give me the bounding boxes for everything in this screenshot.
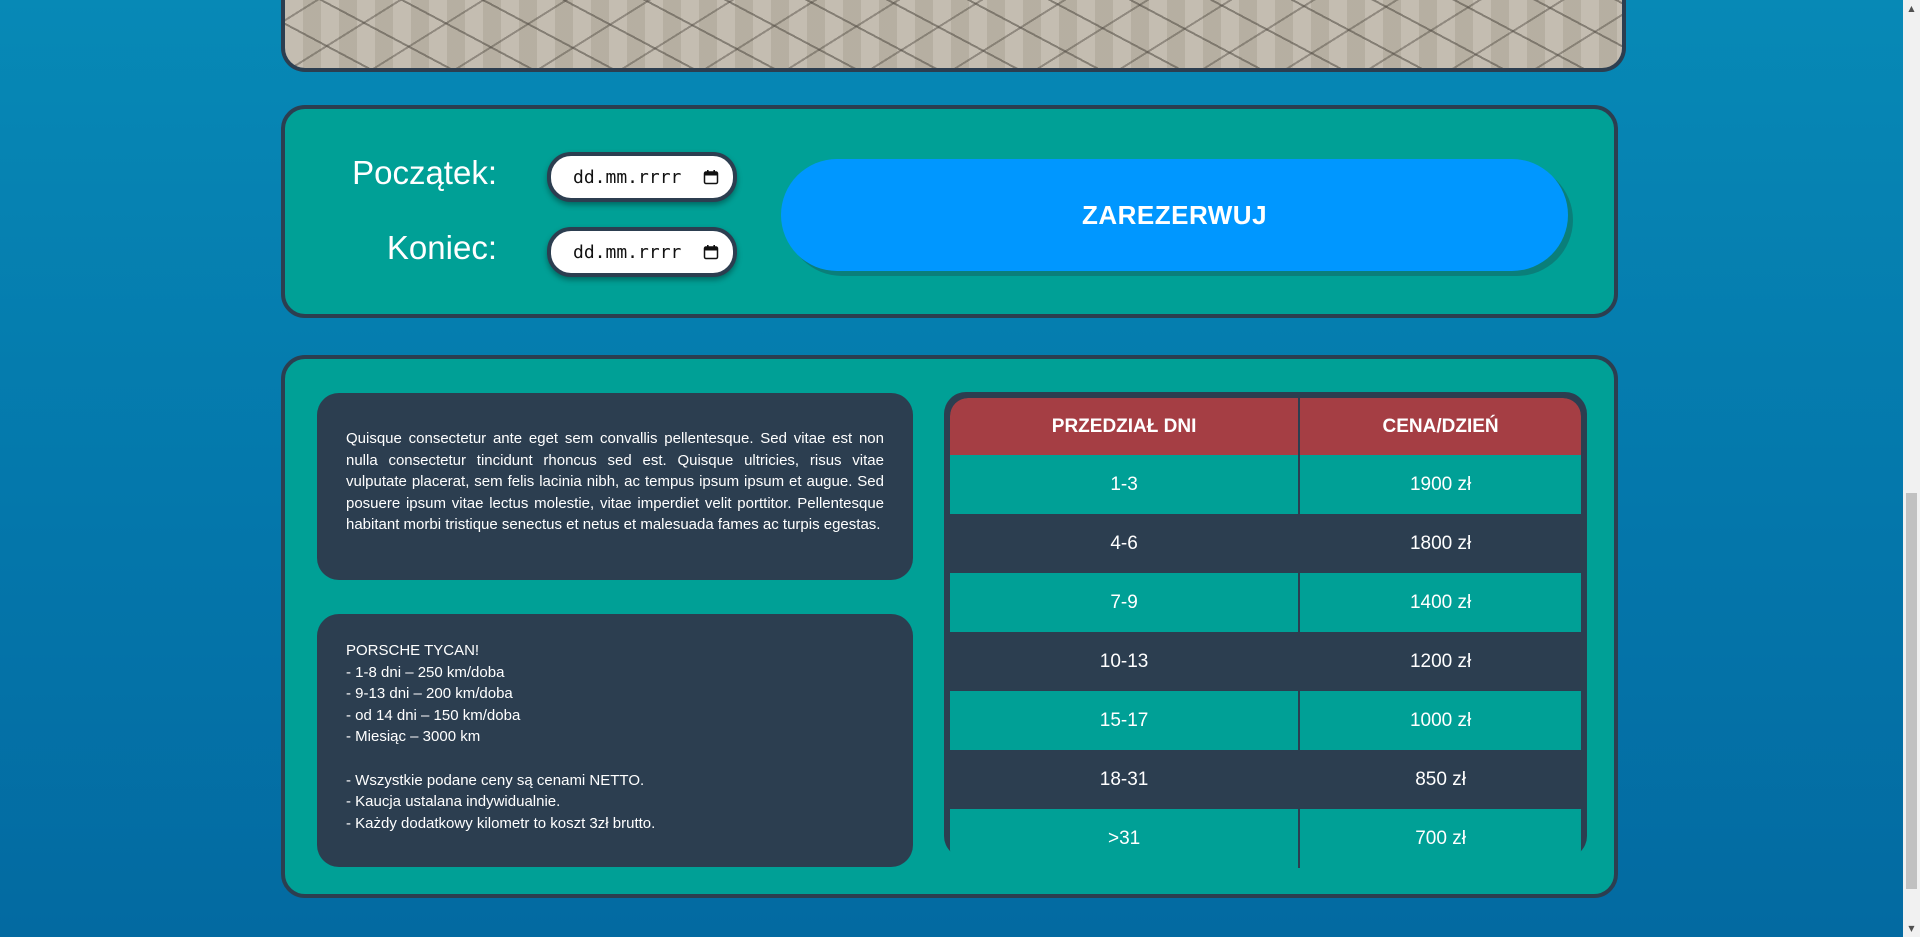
column-header-price: CENA/DZIEŃ: [1298, 398, 1581, 455]
price-cell: 850 zł: [1298, 750, 1581, 809]
table-row: 1-3 1900 zł: [950, 455, 1581, 514]
page-scrollbar[interactable]: ▲ ▼: [1903, 0, 1920, 937]
description-box: Quisque consectetur ante eget sem conval…: [317, 393, 913, 580]
end-date-placeholder: dd.mm.rrrr: [573, 241, 682, 263]
price-table-header-row: PRZEDZIAŁ DNI CENA/DZIEŃ: [950, 398, 1581, 455]
table-row: 7-9 1400 zł: [950, 573, 1581, 632]
rules-line: - 9-13 dni – 200 km/doba: [346, 685, 513, 703]
table-row: 18-31 850 zł: [950, 750, 1581, 809]
day-range-cell: 4-6: [950, 514, 1300, 573]
price-table: PRZEDZIAŁ DNI CENA/DZIEŃ 1-3 1900 zł 4-6…: [950, 398, 1581, 868]
start-date-input[interactable]: dd.mm.rrrr: [547, 152, 737, 202]
price-cell: 700 zł: [1298, 809, 1581, 868]
rules-line: - Wszystkie podane ceny są cenami NETTO.: [346, 771, 645, 789]
day-range-cell: 1-3: [950, 455, 1300, 514]
table-row: 4-6 1800 zł: [950, 514, 1581, 573]
rules-line: - 1-8 dni – 250 km/doba: [346, 663, 505, 681]
day-range-cell: 18-31: [950, 750, 1300, 809]
price-cell: 1800 zł: [1298, 514, 1581, 573]
rules-box: PORSCHE TYCAN! - 1-8 dni – 250 km/doba -…: [317, 614, 913, 867]
rules-line: - Miesiąc – 3000 km: [346, 728, 481, 746]
reservation-panel: Początek: dd.mm.rrrr Koniec: dd.mm.rrrr …: [281, 105, 1618, 318]
day-range-cell: 15-17: [950, 691, 1300, 750]
scroll-up-arrow-icon[interactable]: ▲: [1903, 0, 1920, 17]
day-range-cell: 7-9: [950, 573, 1300, 632]
rules-line: - Kaucja ustalana indywidualnie.: [346, 793, 561, 811]
start-date-placeholder: dd.mm.rrrr: [573, 166, 682, 188]
end-date-input[interactable]: dd.mm.rrrr: [547, 227, 737, 277]
description-text: Quisque consectetur ante eget sem conval…: [346, 430, 884, 534]
price-cell: 1400 zł: [1298, 573, 1581, 632]
scrollbar-thumb[interactable]: [1906, 493, 1917, 889]
info-panel: Quisque consectetur ante eget sem conval…: [281, 355, 1618, 898]
calendar-icon[interactable]: [703, 244, 719, 260]
price-cell: 1200 zł: [1298, 632, 1581, 691]
rules-line: - Każdy dodatkowy kilometr to koszt 3zł …: [346, 814, 656, 832]
rules-line: - od 14 dni – 150 km/doba: [346, 706, 521, 724]
day-range-cell: >31: [950, 809, 1300, 868]
rules-line: PORSCHE TYCAN!: [346, 642, 480, 659]
table-row: >31 700 zł: [950, 809, 1581, 868]
table-row: 15-17 1000 zł: [950, 691, 1581, 750]
column-header-days: PRZEDZIAŁ DNI: [950, 398, 1300, 455]
price-cell: 1900 zł: [1298, 455, 1581, 514]
scroll-down-arrow-icon[interactable]: ▼: [1903, 920, 1920, 937]
calendar-icon[interactable]: [703, 169, 719, 185]
table-row: 10-13 1200 zł: [950, 632, 1581, 691]
rules-line: [346, 748, 884, 770]
reserve-button[interactable]: ZAREZERWUJ: [781, 159, 1568, 271]
car-photo: [281, 0, 1626, 72]
price-cell: 1000 zł: [1298, 691, 1581, 750]
price-table-container: PRZEDZIAŁ DNI CENA/DZIEŃ 1-3 1900 zł 4-6…: [944, 392, 1587, 868]
day-range-cell: 10-13: [950, 632, 1300, 691]
start-date-label: Początek:: [352, 154, 497, 191]
end-date-label: Koniec:: [386, 229, 497, 266]
